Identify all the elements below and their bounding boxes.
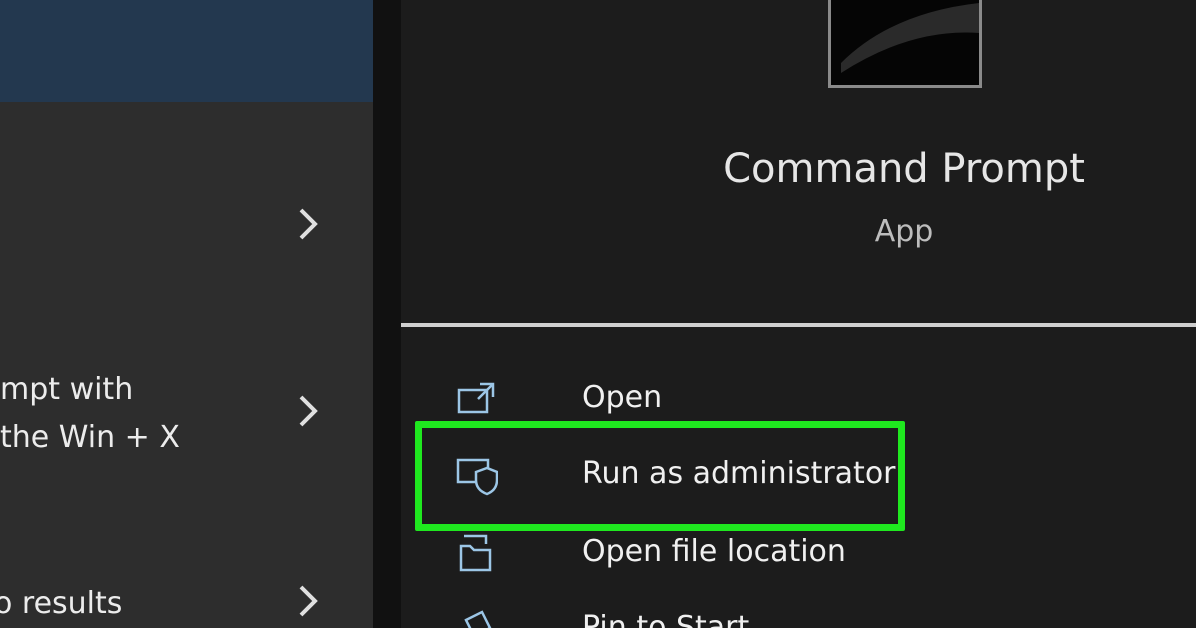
- result-row-3-text: o results: [0, 586, 123, 621]
- screen: mpt with the Win + X o results Command P…: [0, 0, 1196, 628]
- chevron-right-icon[interactable]: [296, 584, 320, 618]
- separator: [401, 323, 1196, 327]
- open-external-icon: [457, 382, 495, 414]
- selected-result[interactable]: [0, 0, 373, 102]
- result-row-1[interactable]: [0, 200, 373, 247]
- app-title: Command Prompt: [723, 146, 1085, 192]
- menu-item-pin-to-start[interactable]: Pin to Start: [456, 606, 1056, 628]
- app-details-panel: Command Prompt App Open Run as administr…: [401, 0, 1196, 628]
- chevron-right-icon[interactable]: [296, 394, 320, 428]
- highlight-box: [415, 421, 905, 531]
- result-row-2-line1: mpt with: [0, 372, 134, 407]
- menu-item-open[interactable]: Open: [456, 376, 1056, 426]
- app-type: App: [874, 214, 934, 249]
- result-row-3[interactable]: o results: [0, 580, 373, 627]
- app-icon-gloss: [841, 3, 979, 73]
- menu-label-open-file-location: Open file location: [582, 534, 846, 569]
- panel-divider: [373, 0, 401, 628]
- folder-location-icon: [459, 534, 492, 572]
- menu-label-open: Open: [582, 380, 663, 415]
- result-row-2[interactable]: mpt with the Win + X: [0, 366, 373, 460]
- search-results-panel: mpt with the Win + X o results: [0, 0, 373, 628]
- chevron-right-icon[interactable]: [296, 207, 320, 241]
- result-row-2-line2: the Win + X: [0, 420, 180, 455]
- pin-icon: [464, 610, 492, 628]
- menu-label-pin-to-start: Pin to Start: [582, 610, 750, 628]
- command-prompt-app-icon: [828, 0, 982, 88]
- menu-item-open-file-location[interactable]: Open file location: [456, 530, 1056, 580]
